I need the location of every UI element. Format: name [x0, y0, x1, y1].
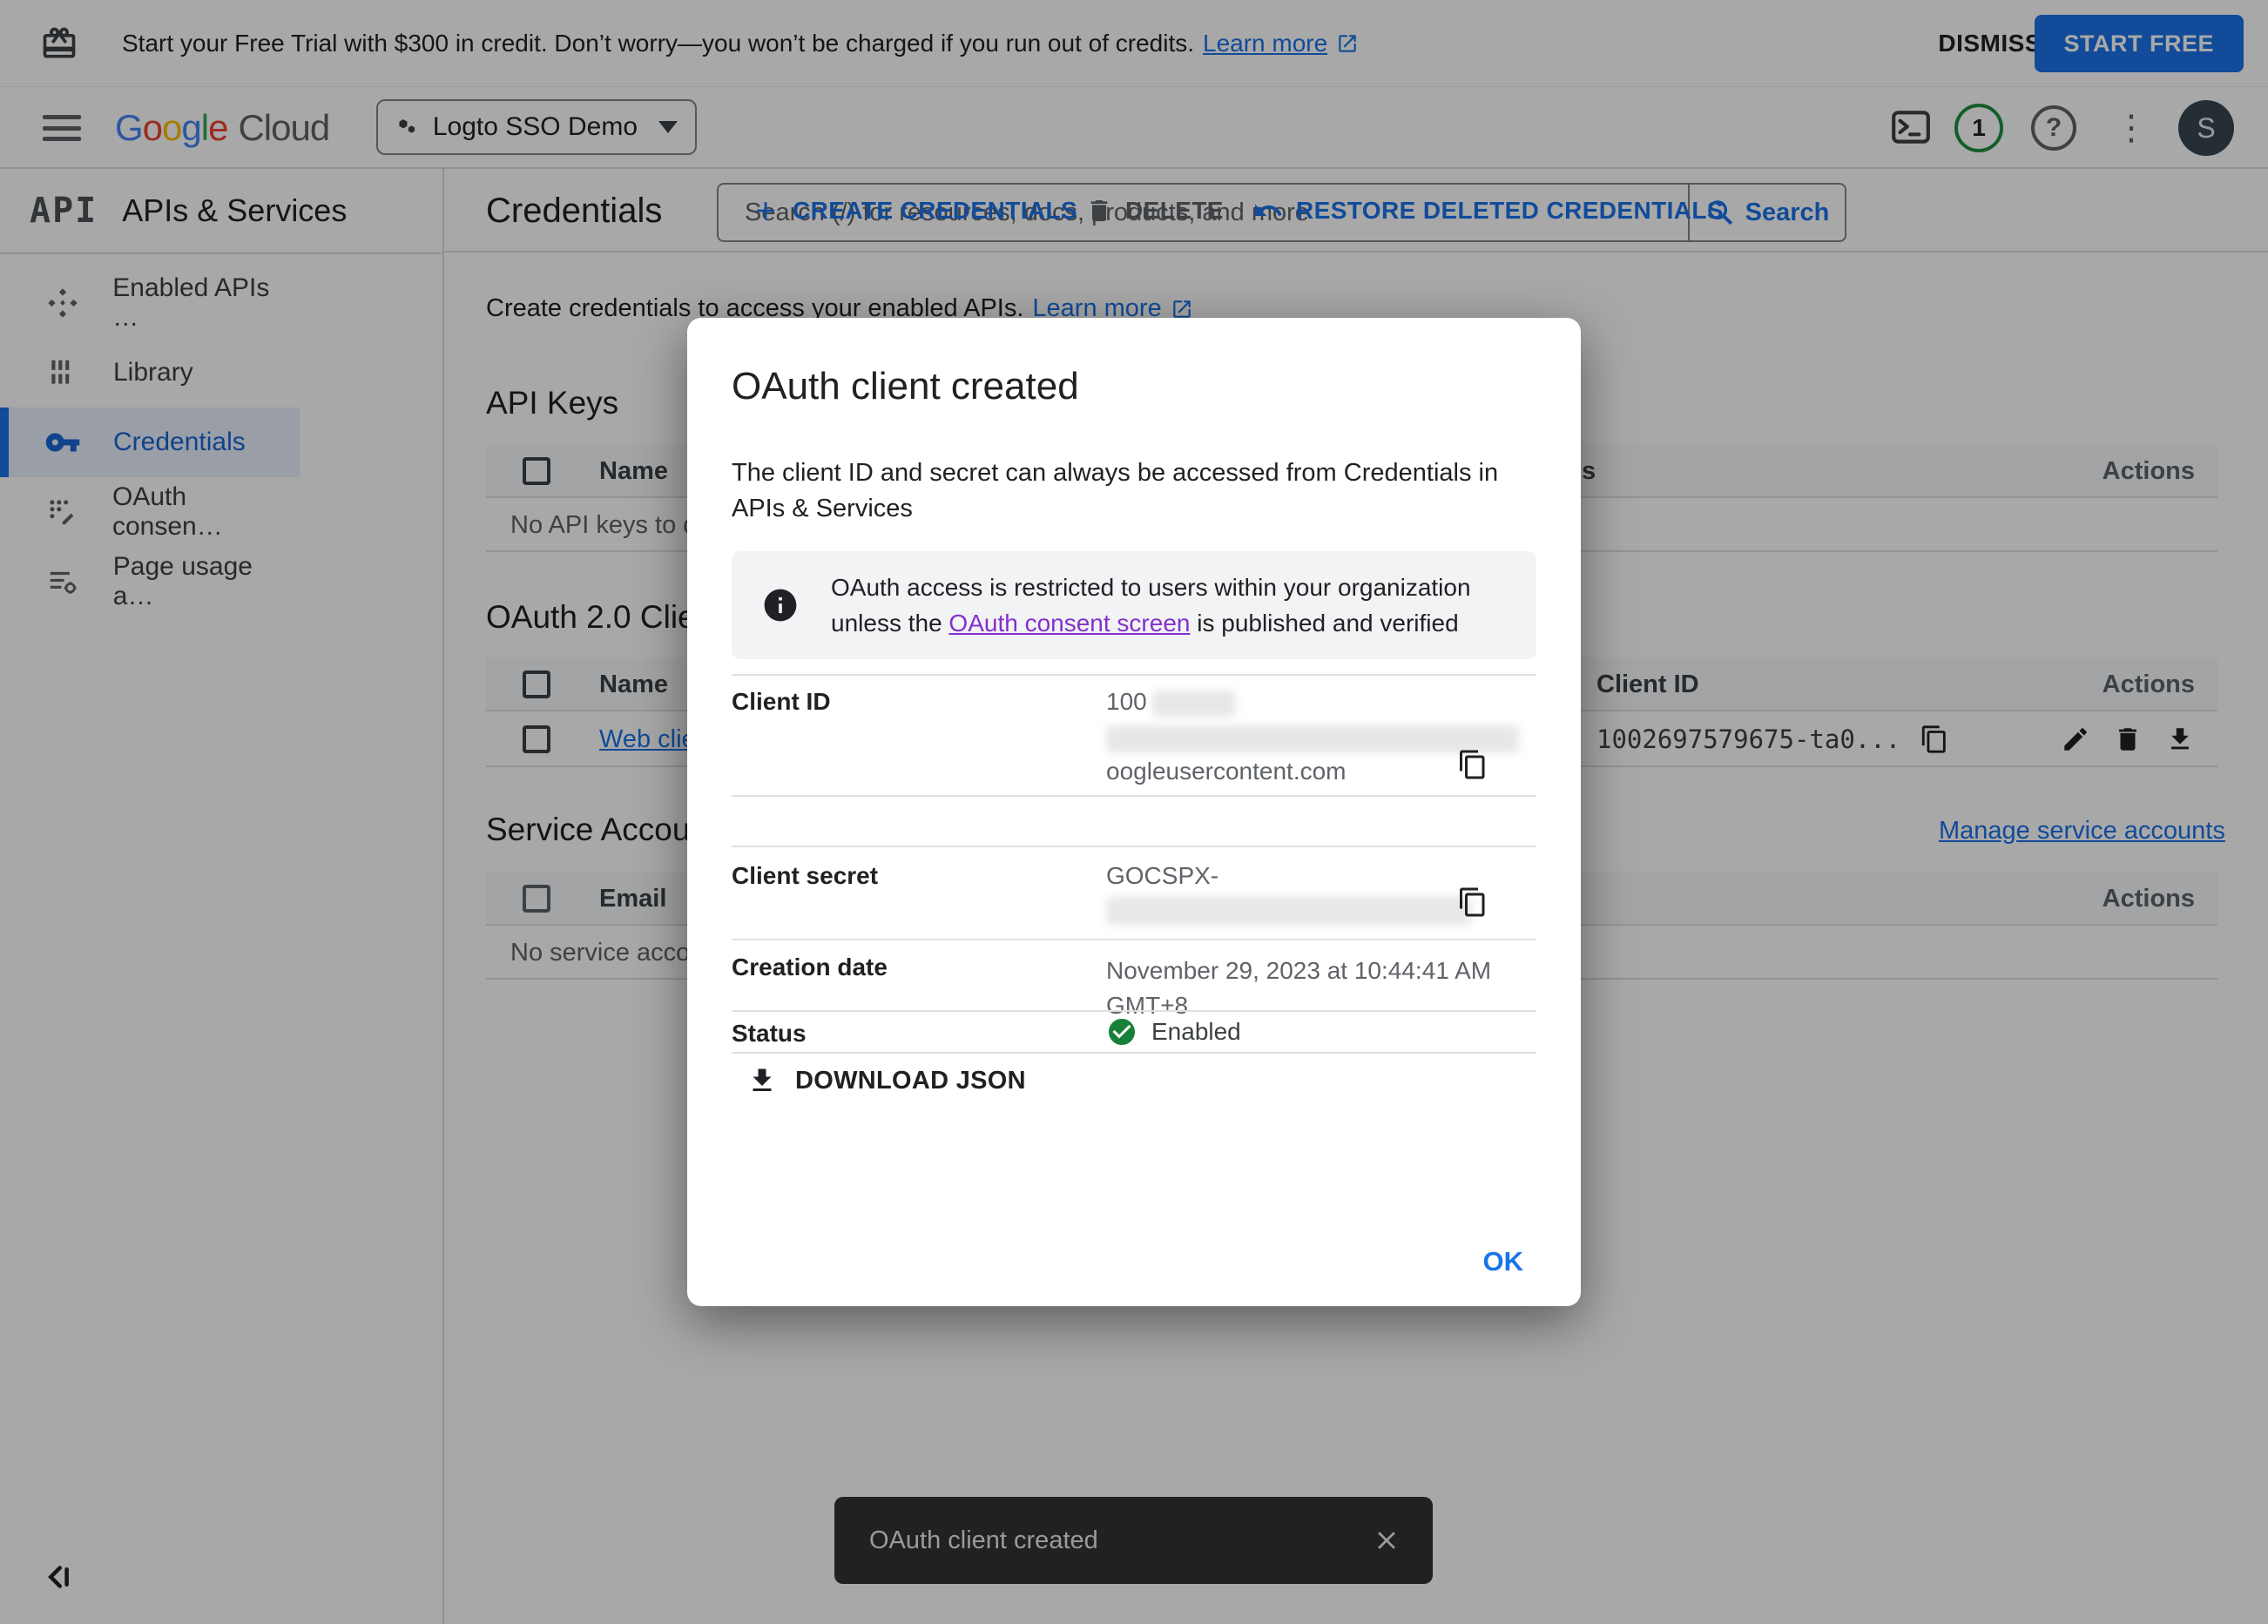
divider — [732, 1010, 1536, 1012]
download-json-button[interactable]: DOWNLOAD JSON — [746, 1065, 1026, 1096]
oauth-client-created-dialog: OAuth client created The client ID and s… — [687, 318, 1581, 1306]
info-banner: OAuth access is restricted to users with… — [732, 551, 1536, 659]
copy-icon[interactable] — [1457, 886, 1488, 918]
client-id-prefix: 100 — [1106, 688, 1147, 715]
status-text: Enabled — [1151, 1018, 1241, 1045]
client-secret-label: Client secret — [732, 862, 879, 889]
divider — [732, 674, 1536, 676]
info-text: OAuth access is restricted to users with… — [831, 569, 1471, 641]
info-icon — [764, 589, 797, 622]
ok-button[interactable]: OK — [1471, 1239, 1536, 1284]
status-value: Enabled — [1106, 1016, 1241, 1048]
divider — [732, 795, 1536, 797]
divider — [732, 1052, 1536, 1054]
copy-icon[interactable] — [1457, 749, 1488, 780]
redacted-client-secret — [1106, 897, 1472, 925]
dialog-description: The client ID and secret can always be a… — [732, 459, 1499, 522]
gcp-console-page: Start your Free Trial with $300 in credi… — [0, 0, 2268, 1624]
check-circle-icon — [1109, 1019, 1135, 1045]
info-line2-pre: unless the — [831, 610, 949, 637]
client-id-label: Client ID — [732, 688, 831, 715]
divider — [732, 846, 1536, 847]
dialog-title: OAuth client created — [732, 365, 1079, 408]
creation-date-value: November 29, 2023 at 10:44:41 AM GMT+8 — [1106, 957, 1492, 1019]
creation-date-label: Creation date — [732, 954, 888, 980]
redacted-client-id — [1151, 690, 1236, 717]
download-icon — [753, 1068, 772, 1091]
client-id-line3: oogleusercontent.com — [1106, 758, 1347, 785]
info-line2-post: is published and verified — [1190, 610, 1459, 637]
info-line1: OAuth access is restricted to users with… — [831, 574, 1471, 601]
status-label: Status — [732, 1020, 807, 1047]
oauth-consent-screen-link[interactable]: OAuth consent screen — [948, 610, 1190, 637]
client-secret-line1: GOCSPX- — [1106, 862, 1219, 889]
divider — [732, 939, 1536, 940]
client-id-line1: 100 — [1106, 688, 1236, 717]
